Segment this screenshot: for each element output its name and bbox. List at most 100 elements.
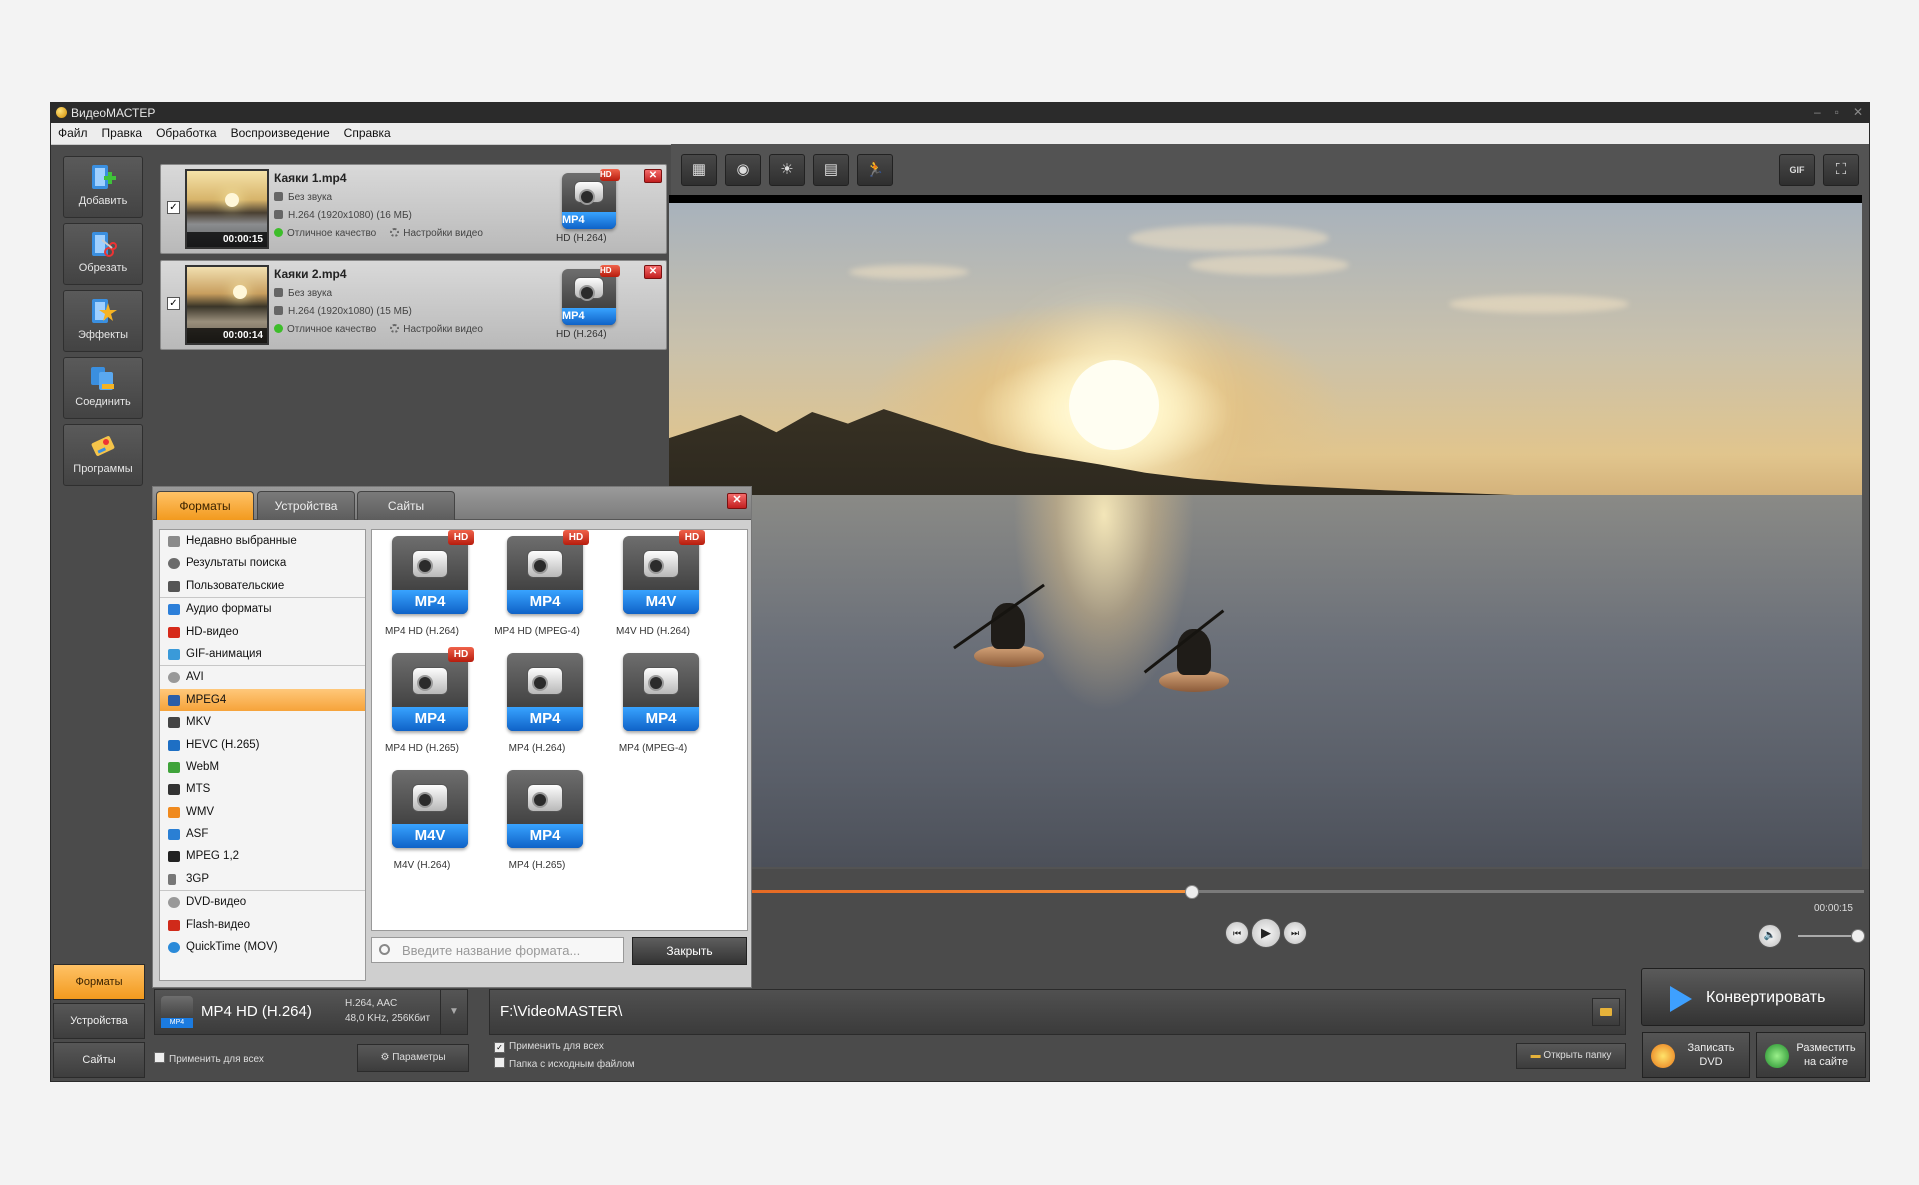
video-settings-link[interactable]: Настройки видео [403, 228, 483, 239]
category-item[interactable]: GIF-анимация [160, 643, 365, 665]
effects-button[interactable]: Эффекты [63, 290, 143, 352]
file-item[interactable]: ✓ 00:00:15 Каяки 1.mp4 Без звука H.264 (… [160, 164, 667, 254]
close-button[interactable]: Закрыть [632, 937, 747, 965]
file-quality[interactable]: Отличное качество [287, 324, 376, 335]
format-card[interactable]: MP4 MP4 (H.264) [487, 647, 587, 765]
browse-folder-button[interactable] [1592, 998, 1620, 1026]
format-card[interactable]: M4V HD M4V HD (H.264) [603, 530, 705, 648]
bottom-tab-sites[interactable]: Сайты [53, 1042, 145, 1078]
merge-button[interactable]: Соединить [63, 357, 143, 419]
tab-sites[interactable]: Сайты [357, 491, 455, 520]
frame-button[interactable]: ▤ [813, 154, 849, 186]
category-item[interactable]: WebM [160, 756, 365, 778]
hd-icon [168, 626, 180, 638]
volume-control: 🔈 [1758, 924, 1878, 948]
file-format-badge[interactable]: MP4 HD [562, 265, 620, 325]
convert-arrow-icon [1670, 986, 1692, 1012]
parameters-button[interactable]: ⚙ Параметры [357, 1044, 469, 1072]
file-quality[interactable]: Отличное качество [287, 228, 376, 239]
category-item[interactable]: QuickTime (MOV) [160, 936, 365, 958]
seek-bar[interactable]: 00:00:15 [751, 880, 1919, 920]
snapshot-button[interactable]: ◉ [725, 154, 761, 186]
burn-dvd-button[interactable]: Записать DVD [1642, 1032, 1750, 1078]
category-item[interactable]: 3GP [160, 868, 365, 890]
format-grid: MP4 HD MP4 HD (H.264) MP4 HD MP4 HD (MPEG-… [371, 529, 748, 931]
output-format-selector[interactable]: MP4 HD (H.264) H.264, AAC 48,0 KHz, 256К… [154, 989, 468, 1035]
next-button[interactable]: ⏭ [1283, 921, 1307, 945]
format-card[interactable]: MP4 MP4 (MPEG-4) [603, 647, 703, 765]
crop-button[interactable]: ▦ [681, 154, 717, 186]
tab-formats[interactable]: Форматы [156, 491, 254, 520]
menu-help[interactable]: Справка [337, 123, 398, 144]
minimize-icon[interactable]: – [1814, 105, 1821, 119]
brightness-button[interactable]: ☀ [769, 154, 805, 186]
category-item-selected[interactable]: MPEG4 [160, 688, 365, 712]
bottom-tab-devices[interactable]: Устройства [53, 1003, 145, 1039]
remove-file-button[interactable]: ✕ [644, 265, 662, 279]
format-card[interactable]: M4V M4V (H.264) [372, 764, 472, 882]
programs-button[interactable]: Программы [63, 424, 143, 486]
category-item[interactable]: Недавно выбранные [160, 530, 365, 552]
category-item[interactable]: ASF [160, 823, 365, 845]
apply-all-output-checkbox[interactable]: ✓ Применить для всех [494, 1041, 604, 1053]
format-card[interactable]: MP4 MP4 (H.265) [487, 764, 587, 882]
publish-button[interactable]: Разместить на сайте [1756, 1032, 1866, 1078]
convert-button[interactable]: Конвертировать [1641, 968, 1865, 1026]
file-checkbox[interactable]: ✓ [167, 297, 180, 310]
menu-file[interactable]: Файл [51, 123, 95, 144]
format-card[interactable]: MP4 HD MP4 HD (H.265) [372, 647, 474, 765]
seek-handle[interactable] [1185, 885, 1200, 899]
tab-devices[interactable]: Устройства [257, 491, 355, 520]
category-item[interactable]: MPEG 1,2 [160, 845, 365, 867]
category-item[interactable]: MKV [160, 711, 365, 733]
speed-button[interactable]: 🏃 [857, 154, 893, 186]
scissors-icon [92, 232, 117, 257]
add-button[interactable]: Добавить [63, 156, 143, 218]
volume-slider[interactable] [1798, 935, 1853, 937]
volume-handle[interactable] [1851, 929, 1865, 943]
output-path-field[interactable]: F:\VideoMASTER\ [489, 989, 1626, 1035]
file-name: Каяки 1.mp4 [274, 171, 347, 185]
fullscreen-button[interactable]: ⛶ [1823, 154, 1859, 186]
gif-button[interactable]: GIF [1779, 154, 1815, 186]
prev-button[interactable]: ⏮ [1225, 921, 1249, 945]
file-item[interactable]: ✓ 00:00:14 Каяки 2.mp4 Без звука H.264 (… [160, 260, 667, 350]
category-item[interactable]: MTS [160, 778, 365, 800]
file-checkbox[interactable]: ✓ [167, 201, 180, 214]
time-readout: 00:00:15 [1814, 903, 1853, 914]
remove-file-button[interactable]: ✕ [644, 169, 662, 183]
quality-dot-icon [274, 228, 283, 237]
close-panel-button[interactable]: ✕ [727, 493, 747, 509]
close-window-icon[interactable]: ✕ [1853, 105, 1863, 119]
seek-track[interactable] [752, 885, 1864, 899]
camera-icon: MP4 [507, 653, 583, 731]
category-item[interactable]: WMV [160, 801, 365, 823]
category-item[interactable]: Flash-видео [160, 914, 365, 936]
category-item[interactable]: AVI [160, 665, 365, 688]
cut-button[interactable]: Обрезать [63, 223, 143, 285]
open-folder-button[interactable]: ▬ Открыть папку [1516, 1043, 1626, 1069]
category-item[interactable]: Пользовательские [160, 575, 365, 597]
file-format-badge[interactable]: MP4 HD [562, 169, 620, 229]
menu-playback[interactable]: Воспроизведение [224, 123, 337, 144]
category-item[interactable]: Результаты поиска [160, 552, 365, 574]
volume-button[interactable]: 🔈 [1758, 924, 1782, 948]
format-search-input[interactable]: Введите название формата... [371, 937, 624, 963]
category-item[interactable]: HEVC (H.265) [160, 734, 365, 756]
menu-processing[interactable]: Обработка [149, 123, 224, 144]
format-card[interactable]: MP4 HD MP4 HD (MPEG-4) [487, 530, 589, 648]
format-card[interactable]: MP4 HD MP4 HD (H.264) [372, 530, 474, 648]
maximize-icon[interactable]: ▫ [1835, 105, 1839, 119]
play-button[interactable]: ▶ [1251, 918, 1281, 948]
video-settings-link[interactable]: Настройки видео [403, 324, 483, 335]
category-item[interactable]: DVD-видео [160, 890, 365, 913]
category-item[interactable]: Аудио форматы [160, 597, 365, 620]
chevron-down-icon[interactable]: ▼ [440, 990, 467, 1034]
menu-edit[interactable]: Правка [95, 123, 150, 144]
category-item[interactable]: HD-видео [160, 621, 365, 643]
source-folder-checkbox[interactable]: Папка с исходным файлом [494, 1057, 635, 1070]
apply-all-checkbox[interactable]: Применить для всех [154, 1052, 264, 1065]
bottom-tab-formats[interactable]: Форматы [53, 964, 145, 1000]
quicktime-icon [168, 942, 180, 954]
video-preview[interactable] [669, 195, 1862, 867]
